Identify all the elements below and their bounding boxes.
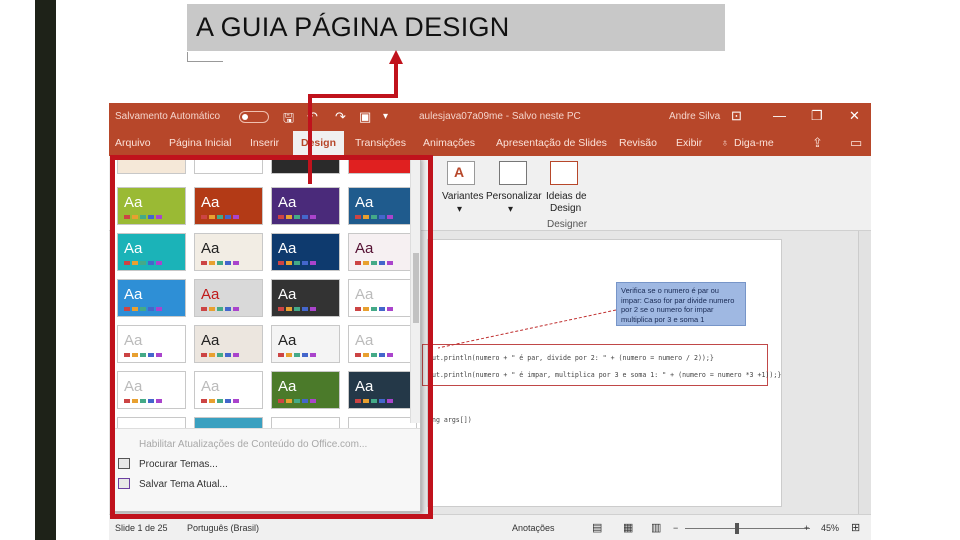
autosave-toggle[interactable]: [239, 111, 269, 123]
zoom-slider-thumb[interactable]: [735, 523, 739, 534]
reading-view-icon[interactable]: ▥: [651, 521, 661, 534]
gallery-highlight-frame: [110, 155, 433, 519]
design-ideas-label-1[interactable]: Ideias de: [546, 191, 587, 203]
slideshow-icon[interactable]: ▣: [359, 109, 371, 125]
tab-animacoes[interactable]: Animações: [423, 137, 475, 149]
zoom-out-icon[interactable]: −: [673, 523, 678, 533]
lightbulb-icon: ♁: [721, 137, 729, 149]
save-icon[interactable]: 🖫: [283, 109, 294, 131]
note-connector: [437, 309, 617, 349]
slide-caption: A GUIA PÁGINA DESIGN: [187, 4, 725, 51]
document-title: aulesjava07a09me - Salvo neste PC: [419, 111, 581, 122]
title-bar: Salvamento Automático 🖫 ↶ ↷ ▣ ▾ aulesjav…: [109, 103, 871, 130]
tab-transicoes[interactable]: Transições: [355, 137, 406, 149]
tab-arquivo[interactable]: Arquivo: [115, 137, 151, 149]
tab-pagina-inicial[interactable]: Página Inicial: [169, 137, 231, 149]
tell-me-input[interactable]: Diga-me: [734, 137, 774, 149]
undo-icon[interactable]: ↶: [307, 109, 318, 125]
design-ideas-label-2[interactable]: Design: [550, 203, 581, 215]
tab-exibir[interactable]: Exibir: [676, 137, 702, 149]
tab-apresentacao[interactable]: Apresentação de Slides: [496, 137, 607, 149]
language-indicator[interactable]: Português (Brasil): [187, 523, 259, 533]
tab-revisao[interactable]: Revisão: [619, 137, 657, 149]
vertical-scrollbar[interactable]: [858, 231, 871, 514]
customize-label[interactable]: Personalizar: [486, 191, 542, 203]
tab-inserir[interactable]: Inserir: [250, 137, 279, 149]
restore-button[interactable]: ❐: [811, 108, 823, 124]
variants-label[interactable]: Variantes: [442, 191, 484, 203]
customize-dropdown-icon[interactable]: ▾: [508, 204, 513, 216]
slide-counter: Slide 1 de 25: [115, 523, 168, 533]
customize-icon[interactable]: [499, 161, 527, 185]
variant-swatch-1[interactable]: A: [447, 161, 475, 185]
customize-qat-icon[interactable]: ▾: [383, 111, 388, 122]
designer-group-label: Designer: [547, 219, 588, 230]
zoom-level[interactable]: 45%: [821, 523, 839, 533]
design-ideas-icon[interactable]: [550, 161, 578, 185]
slide-left-bar: [35, 0, 56, 540]
normal-view-icon[interactable]: ▤: [592, 521, 602, 534]
comments-icon[interactable]: ▭: [850, 135, 862, 151]
variants-dropdown-icon[interactable]: ▾: [457, 204, 462, 216]
redo-icon[interactable]: ↷: [335, 109, 346, 125]
slide-page[interactable]: Verifica se o numero é par ou impar: Cas…: [422, 239, 782, 507]
minimize-button[interactable]: —: [773, 108, 786, 123]
user-name[interactable]: Andre Silva: [669, 111, 720, 122]
ribbon-tabs: Arquivo Página Inicial Inserir Design Tr…: [109, 130, 871, 156]
sorter-view-icon[interactable]: ▦: [623, 521, 633, 534]
fit-slide-icon[interactable]: ⊞: [851, 521, 860, 534]
presentation-slide: A GUIA PÁGINA DESIGN Salvamento Automáti…: [0, 0, 960, 540]
ribbon-options-icon[interactable]: ⊡: [731, 108, 742, 124]
autosave-label: Salvamento Automático: [115, 111, 221, 122]
share-icon[interactable]: ⇪: [812, 135, 823, 151]
close-button[interactable]: ✕: [849, 108, 860, 124]
tab-design[interactable]: Design: [293, 131, 345, 156]
zoom-in-icon[interactable]: +: [804, 523, 809, 533]
zoom-slider[interactable]: [685, 528, 810, 529]
notes-button[interactable]: Anotações: [512, 523, 555, 533]
caption-underline: [187, 52, 223, 62]
